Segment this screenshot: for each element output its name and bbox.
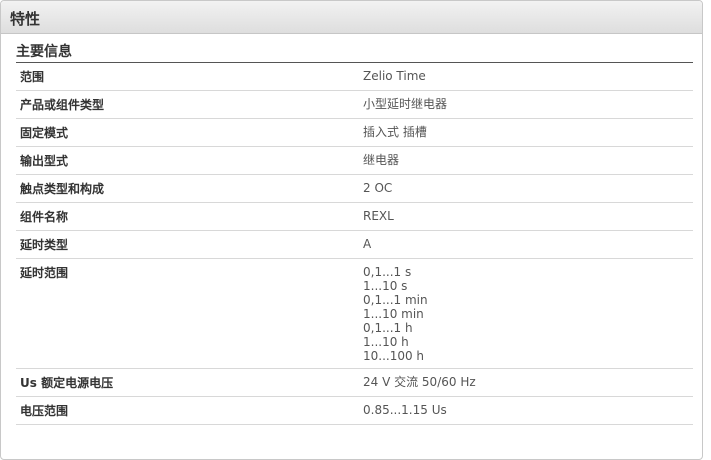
spec-row: 延时范围 0,1...1 s 1...10 s 0,1...1 min 1...10 m… [16,259,693,369]
spec-label: 电压范围 [20,404,69,418]
spec-label: 触点类型和构成 [20,182,105,196]
spec-table: 范围 Zelio Time 产品或组件类型 小型延时继电器固定模式 插入式 插槽输出型式… [16,63,693,425]
spec-value-line: 10...100 h [363,349,425,363]
spec-value: 24 V 交流 50/60 Hz [360,369,476,396]
spec-value: REXL [360,203,394,230]
spec-row: Us 额定电源电压 24 V 交流 50/60 Hz [16,369,693,397]
spec-value-line: 0.85...1.15 Us [363,403,447,417]
spec-value-line: 小型延时继电器 [363,97,448,111]
spec-row: 触点类型和构成 2 OC [16,175,693,203]
spec-label: 产品或组件类型 [20,98,105,112]
spec-value-line: 插入式 插槽 [363,125,427,139]
spec-value: Zelio Time [360,63,426,90]
spec-value-line: Zelio Time [363,69,426,83]
spec-value: 0,1...1 s 1...10 s 0,1...1 min 1...10 min 0,… [360,259,428,368]
spec-row: 产品或组件类型 小型延时继电器 [16,91,693,119]
spec-label: 延时范围 [20,266,69,280]
spec-row: 输出型式 继电器 [16,147,693,175]
spec-value-line: 0,1...1 h [363,321,413,335]
spec-value: 继电器 [360,147,399,174]
spec-value-line: 1...10 s [363,279,408,293]
spec-value-line: 24 V 交流 50/60 Hz [363,375,476,389]
spec-label: Us 额定电源电压 [20,376,114,390]
spec-value: 小型延时继电器 [360,91,447,118]
spec-value-line: 0,1...1 min [363,293,428,307]
spec-value: 0.85...1.15 Us [360,397,447,424]
spec-value-line: 1...10 min [363,307,424,321]
spec-value-line: 0,1...1 s [363,265,412,279]
characteristics-panel: 特性 主要信息 范围 Zelio Time 产品或组件类型 小型延时继电器固定模式 插入… [0,0,703,460]
spec-row: 固定模式 插入式 插槽 [16,119,693,147]
spec-label: 延时类型 [20,238,69,252]
spec-value: 插入式 插槽 [360,119,427,146]
spec-label: 输出型式 [20,154,69,168]
spec-value: 2 OC [360,175,392,202]
spec-label: 组件名称 [20,210,69,224]
spec-label: 范围 [20,70,45,84]
spec-row: 延时类型 A [16,231,693,259]
panel-title: 特性 [10,10,41,28]
panel-header: 特性 [1,1,702,34]
spec-row: 电压范围 0.85...1.15 Us [16,397,693,425]
spec-value-line: REXL [363,209,394,223]
spec-row: 范围 Zelio Time [16,63,693,91]
spec-value-line: 1...10 h [363,335,409,349]
spec-label: 固定模式 [20,126,69,140]
spec-row: 组件名称 REXL [16,203,693,231]
spec-value-line: 继电器 [363,153,400,167]
spec-value-line: A [363,237,372,251]
section-title: 主要信息 [16,44,693,63]
spec-value-line: 2 OC [363,181,393,195]
spec-value: A [360,231,371,258]
